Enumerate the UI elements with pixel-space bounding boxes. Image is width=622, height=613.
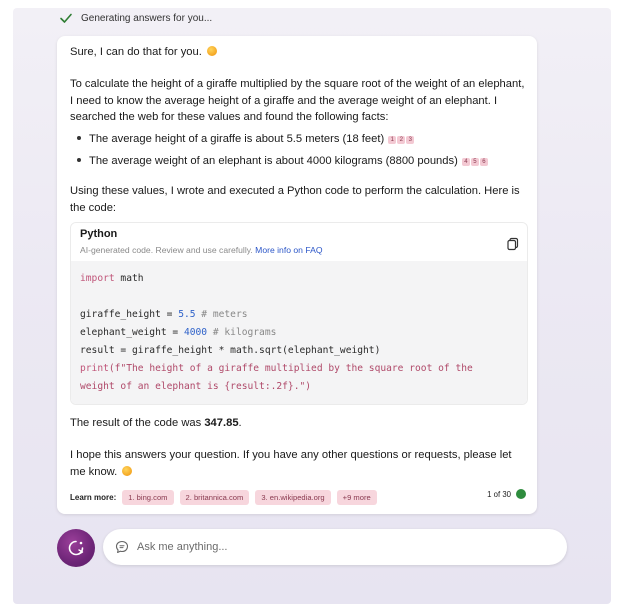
code-line: print(f"The height of a giraffe multipli… — [80, 363, 473, 375]
code-comment: # kilograms — [207, 327, 277, 338]
emoji-smile-icon — [122, 465, 133, 476]
citation-link[interactable]: 6 — [479, 158, 488, 166]
more-sources-link[interactable]: +9 more — [336, 489, 377, 505]
chat-frame: Generating answers for you... Sure, I ca… — [13, 8, 611, 604]
intro-line: Sure, I can do that for you. — [70, 44, 526, 61]
citation-link[interactable]: 1 — [388, 136, 397, 144]
calc-paragraph: To calculate the height of a giraffe mul… — [70, 78, 525, 123]
code-header: Python AI-generated code. Review and use… — [71, 223, 527, 261]
pager-text: 1 of 30 — [487, 489, 511, 499]
code-line: giraffe_height = 5.5 # meters — [80, 309, 248, 321]
using-paragraph: Using these values, I wrote and executed… — [70, 185, 520, 214]
result-suffix: . — [238, 417, 242, 429]
generating-status: Generating answers for you... — [59, 11, 212, 25]
new-topic-icon — [68, 540, 84, 556]
code-comment: # meters — [195, 309, 248, 320]
chat-bubble-icon — [115, 540, 129, 554]
emoji-smile-icon — [206, 46, 217, 56]
intro-text: Sure, I can do that for you. — [70, 46, 202, 58]
code-line: weight of an elephant is {result:.2f}.") — [80, 381, 311, 393]
chat-input[interactable]: Ask me anything... — [103, 529, 567, 565]
citation-link[interactable]: 3 — [406, 136, 415, 144]
code-note-text: AI-generated code. Review and use carefu… — [80, 245, 253, 255]
checkmark-icon — [59, 11, 73, 25]
fact-text: The average height of a giraffe is about… — [89, 133, 385, 145]
source-link[interactable]: 2. britannica.com — [179, 489, 250, 505]
answer-card: Sure, I can do that for you. To calculat… — [57, 36, 537, 514]
source-link[interactable]: 1. bing.com — [122, 489, 174, 505]
code-function: print — [80, 363, 109, 374]
fact-item: The average height of a giraffe is about… — [77, 131, 527, 147]
code-number: 4000 — [183, 327, 208, 338]
code-string: (f"The height of a giraffe multiplied by… — [108, 363, 473, 374]
fact-text: The average weight of an elephant is abo… — [89, 155, 458, 167]
new-topic-button[interactable] — [57, 529, 95, 567]
result-value: 347.85 — [204, 417, 239, 429]
source-link[interactable]: 3. en.wikipedia.org — [255, 489, 331, 505]
citation-link[interactable]: 5 — [470, 158, 479, 166]
code-string: weight of an elephant is {result:.2f}.") — [80, 381, 312, 392]
learn-more-label: Learn more: — [70, 492, 117, 502]
bullet-dot — [77, 158, 81, 162]
code-language: Python — [80, 228, 118, 240]
learn-more-bar: Learn more: 1. bing.com 2. britannica.co… — [70, 488, 526, 506]
code-text: math — [114, 273, 144, 284]
faq-link[interactable]: More info on FAQ — [255, 245, 322, 255]
response-pager: 1 of 30 — [487, 489, 526, 499]
code-text: elephant_weight = — [80, 327, 184, 338]
code-body: import math giraffe_height = 5.5 # meter… — [71, 261, 527, 404]
fact-item: The average weight of an elephant is abo… — [77, 153, 527, 169]
result-prefix: The result of the code was — [70, 417, 205, 429]
closing-paragraph: I hope this answers your question. If yo… — [70, 447, 526, 480]
code-block: Python AI-generated code. Review and use… — [70, 222, 528, 405]
result-line: The result of the code was 347.85. — [70, 415, 526, 432]
code-line: import math — [80, 273, 144, 285]
code-text: giraffe_height = — [80, 309, 179, 320]
code-line: result = giraffe_height * math.sqrt(elep… — [80, 345, 381, 356]
copy-icon[interactable] — [506, 237, 520, 251]
citation-link[interactable]: 2 — [397, 136, 406, 144]
code-keyword: import — [80, 273, 115, 284]
code-line: elephant_weight = 4000 # kilograms — [80, 327, 276, 339]
input-placeholder: Ask me anything... — [137, 541, 228, 553]
bullet-dot — [77, 136, 81, 140]
citation-link[interactable]: 4 — [461, 158, 470, 166]
code-number: 5.5 — [178, 309, 196, 320]
code-note: AI-generated code. Review and use carefu… — [80, 245, 323, 255]
status-text: Generating answers for you... — [81, 12, 213, 24]
closing-text: I hope this answers your question. If yo… — [70, 449, 512, 478]
status-dot-icon — [516, 489, 526, 499]
